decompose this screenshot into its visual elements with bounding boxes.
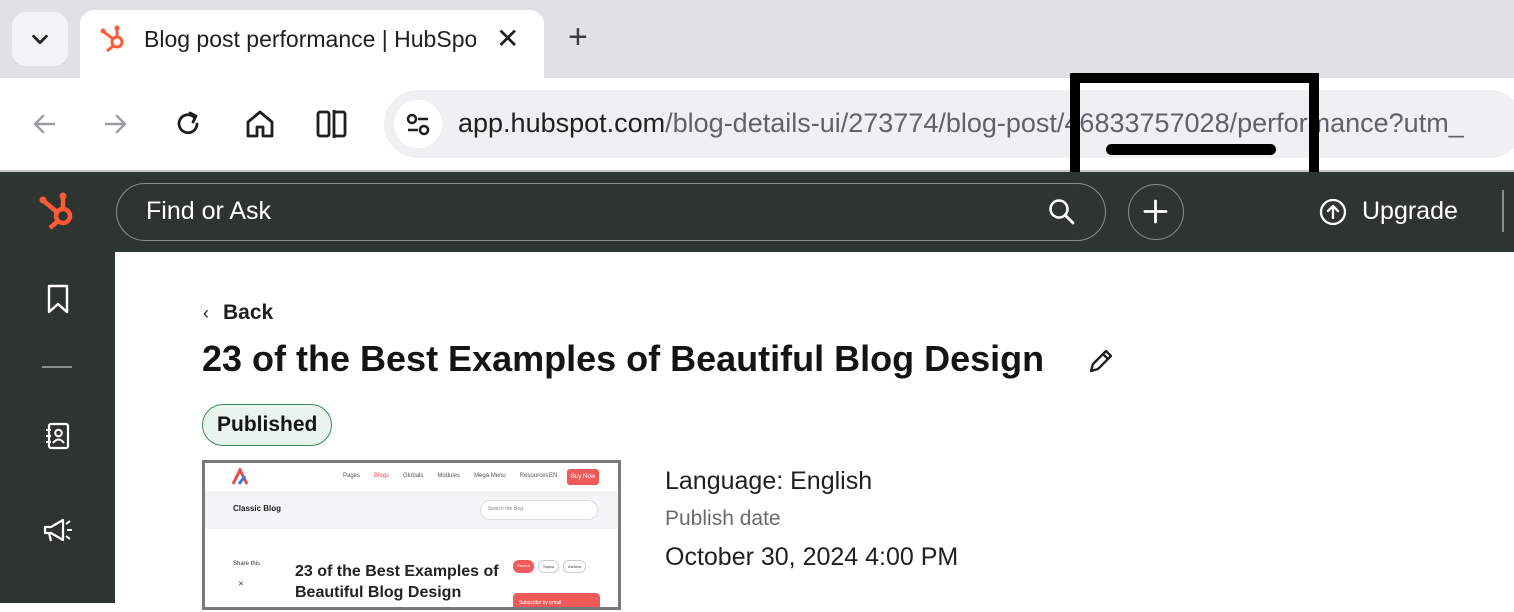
thumb-search: Search the blog — [488, 506, 524, 512]
tune-icon — [406, 113, 430, 136]
back-link[interactable]: Back — [223, 301, 273, 325]
back-chevron-icon[interactable]: ‹ — [203, 303, 209, 324]
post-preview-thumbnail[interactable]: Pages Blogs Globals Modules Mega Menu Re… — [202, 460, 621, 610]
thumb-nav-item: Blogs — [374, 473, 390, 479]
search-icon[interactable] — [1047, 197, 1077, 227]
home-icon[interactable] — [243, 107, 277, 141]
thumb-nav-item: Mega Menu — [474, 473, 506, 479]
thumb-blog-name: Classic Blog — [233, 504, 282, 513]
chevron-down-icon — [32, 34, 48, 45]
new-tab-button[interactable]: + — [568, 18, 588, 57]
forward-arrow-icon[interactable] — [100, 108, 132, 140]
nav-divider — [1502, 190, 1504, 232]
hubspot-logo-icon[interactable] — [36, 188, 82, 234]
language-label: Language: English — [665, 467, 873, 495]
close-tab-icon[interactable]: ✕ — [496, 22, 519, 55]
thumb-lang: EN — [549, 473, 558, 479]
marketing-megaphone-icon[interactable] — [41, 515, 75, 545]
thumb-share-label: Share this — [233, 561, 261, 567]
search-placeholder: Find or Ask — [146, 197, 272, 225]
upgrade-button[interactable]: Upgrade — [1362, 197, 1458, 226]
thumb-nav-item: Globals — [403, 473, 424, 479]
thumb-pill: Recent — [513, 560, 534, 573]
tab-title: Blog post performance | HubSpot — [144, 26, 476, 52]
bookmark-icon[interactable] — [44, 283, 72, 315]
thumb-pills: Recent Topics Archive — [513, 560, 587, 573]
thumb-x-icon: ✕ — [238, 581, 244, 588]
edit-pencil-icon[interactable] — [1086, 346, 1116, 376]
page-title: 23 of the Best Examples of Beautiful Blo… — [202, 338, 1045, 379]
publish-date-value: October 30, 2024 4:00 PM — [665, 543, 959, 571]
url-domain: app.hubspot.com — [458, 108, 666, 138]
thumb-pill: Topics — [537, 560, 560, 573]
annotation-highlight-box — [1070, 73, 1319, 183]
tab-search-button[interactable] — [12, 12, 68, 66]
thumb-nav: Pages Blogs Globals Modules Mega Menu Re… — [343, 473, 548, 479]
site-logo-icon — [231, 468, 249, 485]
thumb-pill: Archive — [563, 560, 587, 573]
thumb-subscribe-box: Subscribe by email — [513, 593, 600, 607]
thumb-cta-button: Buy Now — [567, 469, 599, 485]
thumb-nav-item: Modules — [437, 473, 461, 479]
thumb-nav-item: Pages — [343, 473, 361, 479]
thumb-post-title: 23 of the Best Examples of Beautiful Blo… — [295, 563, 499, 601]
back-arrow-icon[interactable] — [28, 108, 60, 140]
publish-date-label: Publish date — [665, 507, 781, 530]
plus-icon — [1143, 199, 1168, 224]
contacts-icon[interactable] — [43, 420, 73, 452]
site-info-button[interactable] — [394, 100, 442, 148]
upgrade-icon[interactable] — [1318, 197, 1348, 227]
status-badge: Published — [202, 404, 333, 446]
sidebar-divider — [42, 366, 72, 368]
url-path: /blog-details-ui/273774/blog-post/468337… — [665, 108, 1464, 138]
annotation-underline — [1106, 144, 1276, 155]
split-view-icon[interactable] — [314, 107, 350, 141]
hubspot-favicon-icon — [100, 25, 124, 53]
thumb-nav-item: Resources — [519, 473, 549, 479]
create-button[interactable] — [1128, 184, 1184, 240]
reload-icon[interactable] — [172, 108, 204, 140]
